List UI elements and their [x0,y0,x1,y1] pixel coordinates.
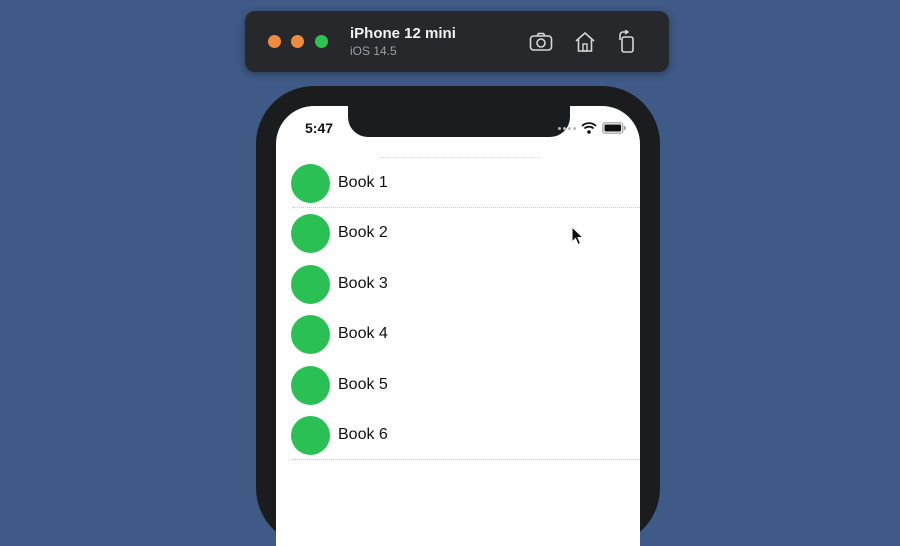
rotate-button[interactable] [614,29,640,55]
book-title: Book 4 [338,325,388,343]
book-title: Book 2 [338,224,388,242]
book-title: Book 1 [338,174,388,191]
desktop-background: iPhone 12 mini iOS 14.5 5:47 Book 1 Book… [0,0,900,546]
book-avatar [291,214,330,254]
window-zoom-button[interactable] [315,35,328,48]
book-title: Book 6 [338,425,388,443]
iphone-screen: 5:47 Book 1 Book 2 Book 3 Book 4 Book 5 … [276,106,640,546]
device-name: iPhone 12 mini [350,25,456,42]
book-avatar [291,164,330,203]
cellular-dots-icon [558,126,576,130]
list-item[interactable]: Book 4 [276,309,640,359]
home-icon [575,32,595,52]
list-item[interactable]: Book 5 [276,360,640,410]
screenshot-icon [529,32,553,51]
row-separator [292,459,640,461]
list-item[interactable]: Book 3 [276,259,640,309]
screenshot-button[interactable] [528,29,554,55]
book-avatar [291,315,330,355]
book-avatar [291,415,330,455]
book-list: Book 1 Book 2 Book 3 Book 4 Book 5 Book … [276,158,640,461]
list-item[interactable]: Book 2 [276,208,640,258]
window-close-button[interactable] [268,35,281,48]
device-os-version: iOS 14.5 [350,44,397,58]
battery-icon [602,122,626,134]
rotate-icon [619,30,634,53]
wifi-icon [581,122,597,134]
status-time: 5:47 [305,120,334,136]
home-button[interactable] [572,29,598,55]
book-avatar [291,264,330,304]
window-minimize-button[interactable] [291,35,304,48]
notch [348,106,570,137]
list-item[interactable]: Book 6 [276,410,640,461]
iphone-frame: 5:47 Book 1 Book 2 Book 3 Book 4 Book 5 … [256,86,660,546]
mouse-cursor-icon [571,226,585,246]
book-title: Book 5 [338,375,388,393]
list-item[interactable]: Book 1 [276,158,640,209]
simulator-toolbar: iPhone 12 mini iOS 14.5 [245,11,669,72]
book-title: Book 3 [338,274,388,292]
status-icons [558,122,626,134]
book-avatar [291,365,330,405]
